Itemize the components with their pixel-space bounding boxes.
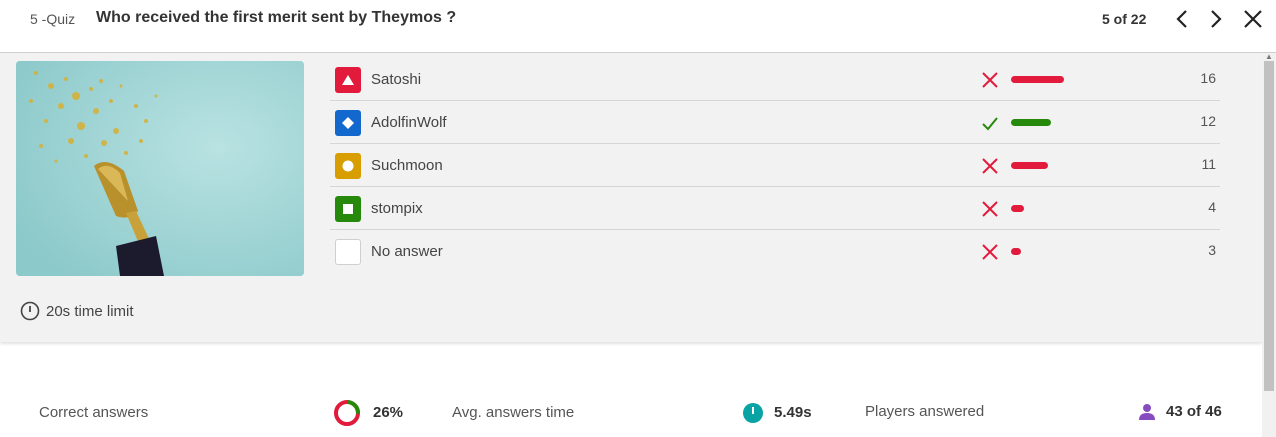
avg-time-label: Avg. answers time: [452, 404, 575, 421]
players-answered-value: 43 of 46: [1166, 403, 1222, 420]
answers-list: Satoshi 16 AdolfinWolf 12 Suchmoon 11 st…: [330, 58, 1220, 272]
question-title: Who received the first merit sent by The…: [96, 9, 457, 26]
players-answered-label: Players answered: [865, 403, 985, 420]
incorrect-icon: [982, 158, 998, 174]
empty-icon: [335, 239, 361, 265]
answer-label: AdolfinWolf: [371, 114, 447, 131]
answer-count: 3: [1208, 242, 1216, 258]
scrollbar[interactable]: ▲: [1262, 53, 1276, 437]
answer-label: stompix: [371, 200, 423, 217]
question-pager: 5 of 22: [1102, 11, 1147, 27]
answer-bar: [1011, 205, 1024, 212]
check-icon: [982, 117, 998, 131]
scroll-up-arrow-icon[interactable]: ▲: [1265, 53, 1273, 61]
timer-icon: [20, 301, 40, 321]
close-icon: [1244, 10, 1262, 28]
answer-bar: [1011, 76, 1064, 83]
close-button[interactable]: [1242, 8, 1264, 30]
triangle-icon: [335, 67, 361, 93]
square-icon: [335, 196, 361, 222]
clock-icon: [743, 403, 763, 428]
avg-time-value: 5.49s: [774, 404, 812, 421]
correct-donut-icon: [333, 399, 361, 432]
incorrect-icon: [982, 201, 998, 217]
answer-row: No answer 3: [330, 230, 1220, 272]
answer-count: 16: [1200, 70, 1216, 86]
question-number: 5 -Quiz: [30, 11, 76, 27]
answer-count: 12: [1200, 113, 1216, 129]
time-limit-label: 20s time limit: [46, 302, 134, 320]
answer-count: 11: [1201, 156, 1216, 172]
answer-row: Satoshi 16: [330, 58, 1220, 101]
diamond-icon: [335, 110, 361, 136]
scroll-thumb[interactable]: [1264, 61, 1274, 391]
answer-row: stompix 4: [330, 187, 1220, 230]
answer-bar: [1011, 162, 1048, 169]
incorrect-icon: [982, 244, 998, 260]
time-limit: 20s time limit: [20, 301, 134, 321]
previous-question-button[interactable]: [1172, 8, 1194, 30]
next-question-button[interactable]: [1204, 8, 1226, 30]
report-header: 5 -Quiz Who received the first merit sen…: [0, 0, 1276, 53]
answer-count: 4: [1208, 199, 1216, 215]
answer-bar: [1011, 119, 1051, 126]
answer-bar: [1011, 248, 1021, 255]
question-image: [16, 61, 304, 276]
answer-label: No answer: [371, 243, 443, 260]
answer-label: Satoshi: [371, 71, 422, 88]
circle-icon: [335, 153, 361, 179]
correct-answers-value: 26%: [373, 404, 404, 421]
player-icon: [1138, 403, 1156, 426]
answer-row: Suchmoon 11: [330, 144, 1220, 187]
correct-answers-label: Correct answers: [39, 404, 149, 421]
answer-label: Suchmoon: [371, 157, 443, 174]
chevron-right-icon: [1211, 10, 1222, 28]
answer-row: AdolfinWolf 12: [330, 101, 1220, 144]
chevron-left-icon: [1176, 10, 1187, 28]
incorrect-icon: [982, 72, 998, 88]
